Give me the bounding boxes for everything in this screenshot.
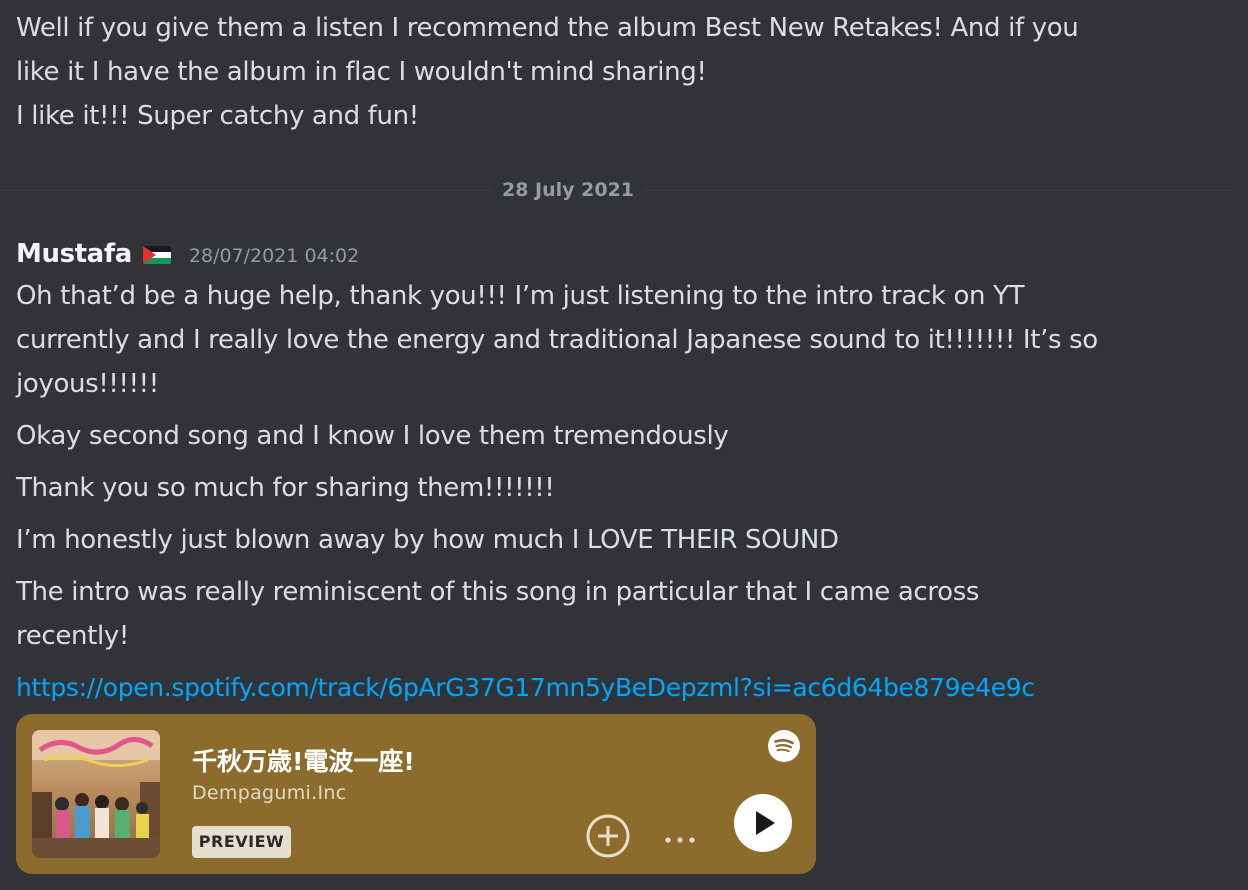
spotify-embed: 千秋万歳!電波一座! Dempagumi.Inc PREVIEW <box>16 714 816 874</box>
more-horizontal-icon[interactable] <box>660 820 700 860</box>
palestine-flag-icon <box>142 246 171 264</box>
message-link-line: https://open.spotify.com/track/6pArG37G1… <box>16 666 1035 710</box>
spotify-link[interactable]: https://open.spotify.com/track/6pArG37G1… <box>16 673 1035 702</box>
message-timestamp[interactable]: 28/07/2021 04:02 <box>189 245 359 267</box>
message-line: Oh that’d be a huge help, thank you!!! I… <box>16 281 1025 311</box>
message-line: joyous!!!!!! <box>16 369 159 399</box>
message-line: The intro was really reminiscent of this… <box>16 577 980 607</box>
play-icon <box>734 794 792 852</box>
preview-badge: PREVIEW <box>192 826 291 858</box>
message-line: Thank you so much for sharing them!!!!!!… <box>16 473 555 503</box>
message-line: Well if you give them a listen I recomme… <box>16 13 1079 43</box>
author-name[interactable]: Mustafa <box>16 239 132 269</box>
message-line: currently and I really love the energy a… <box>16 325 1098 355</box>
album-art[interactable] <box>32 730 160 858</box>
message-line: like it I have the album in flac I would… <box>16 57 707 87</box>
date-divider-label: 28 July 2021 <box>492 176 644 204</box>
spotify-icon[interactable] <box>768 730 800 762</box>
play-button[interactable] <box>734 794 792 852</box>
track-title[interactable]: 千秋万歳!電波一座! <box>192 742 415 778</box>
message-header: Mustafa 28/07/2021 04:02 <box>16 232 359 276</box>
message-line: Okay second song and I know I love them … <box>16 421 729 451</box>
track-artist[interactable]: Dempagumi.Inc <box>192 782 346 804</box>
message-line: I like it!!! Super catchy and fun! <box>16 101 419 131</box>
add-circle-icon[interactable] <box>585 813 631 859</box>
message-line: I’m honestly just blown away by how much… <box>16 525 839 555</box>
message-line: recently! <box>16 621 129 651</box>
